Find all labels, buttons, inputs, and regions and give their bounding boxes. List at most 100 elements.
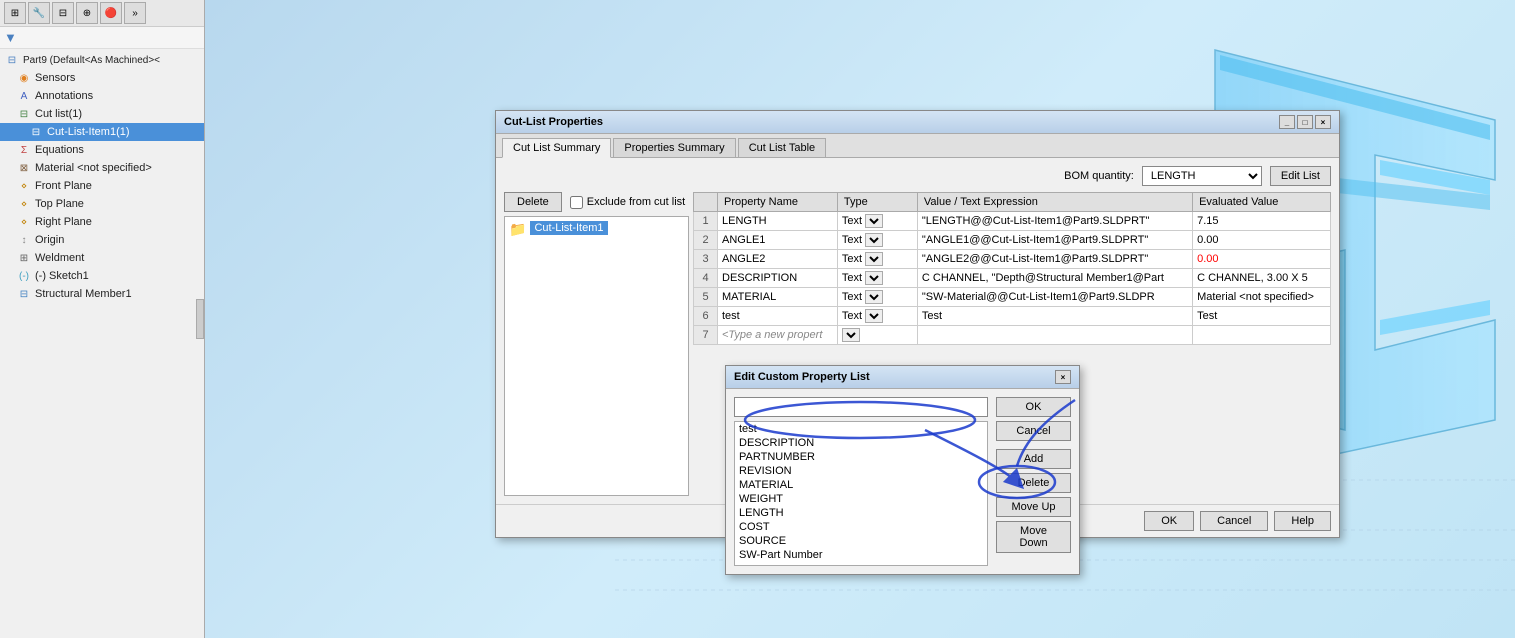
help-button-cutlist[interactable]: Help [1274, 511, 1331, 531]
tree-label-sensors: Sensors [35, 72, 75, 84]
sidebar-resize-handle[interactable] [196, 299, 204, 339]
list-item[interactable]: PARTNUMBER [735, 450, 987, 464]
weldment-icon: ⊞ [16, 250, 32, 266]
prop-name-new[interactable]: <Type a new propert [718, 326, 838, 345]
tree-item-equations[interactable]: Σ Equations [0, 141, 204, 159]
cutlist-close-btn[interactable]: × [1315, 115, 1331, 129]
exclude-label: Exclude from cut list [587, 196, 685, 208]
tree-label-origin: Origin [35, 234, 64, 246]
cut-list-item-label[interactable]: Cut-List-Item1 [530, 221, 607, 235]
prop-name-6[interactable]: test [718, 307, 838, 326]
list-item[interactable]: REVISION [735, 464, 987, 478]
cutlist-maximize-btn[interactable]: □ [1297, 115, 1313, 129]
prop-name-5[interactable]: MATERIAL [718, 288, 838, 307]
plane-front-icon: ⋄ [16, 178, 32, 194]
tree-item-origin[interactable]: ↕ Origin [0, 231, 204, 249]
tree-item-topplane[interactable]: ⋄ Top Plane [0, 195, 204, 213]
list-item[interactable]: test [735, 422, 987, 436]
tree-item-weldment[interactable]: ⊞ Weldment [0, 249, 204, 267]
list-item[interactable]: DESCRIPTION [735, 436, 987, 450]
sketch-icon: (-) [16, 268, 32, 284]
list-item[interactable]: SW-Part Number [735, 548, 987, 562]
toolbar-btn-5[interactable]: 🔴 [100, 2, 122, 24]
tree-item-cutlist[interactable]: ⊟ Cut list(1) [0, 105, 204, 123]
tab-cut-list-table[interactable]: Cut List Table [738, 138, 826, 157]
list-item[interactable]: LENGTH [735, 506, 987, 520]
tab-properties-summary[interactable]: Properties Summary [613, 138, 735, 157]
table-row: 3 ANGLE2 Text ▼ "ANGLE2@@Cut-List-Item1@… [694, 250, 1331, 269]
ok-button-editprop[interactable]: OK [996, 397, 1071, 417]
prop-value-2[interactable]: "ANGLE1@@Cut-List-Item1@Part9.SLDPRT" [917, 231, 1192, 250]
tree-item-structural[interactable]: ⊟ Structural Member1 [0, 285, 204, 303]
move-down-button-editprop[interactable]: Move Down [996, 521, 1071, 553]
prop-type-5: Text ▼ [837, 288, 917, 307]
editprop-close-btn[interactable]: × [1055, 370, 1071, 384]
editprop-left-panel: test DESCRIPTION PARTNUMBER REVISION MAT… [734, 397, 988, 566]
row-num-5: 5 [694, 288, 718, 307]
list-item[interactable]: MATERIAL [735, 478, 987, 492]
prop-value-4[interactable]: C CHANNEL, "Depth@Structural Member1@Par… [917, 269, 1192, 288]
bom-select[interactable]: LENGTH [1142, 166, 1262, 186]
cutlist-minimize-btn[interactable]: _ [1279, 115, 1295, 129]
exclude-checkbox[interactable] [570, 196, 583, 209]
type-select-5[interactable]: ▼ [865, 290, 883, 304]
tree-item-sketch1[interactable]: (-) (-) Sketch1 [0, 267, 204, 285]
prop-name-1[interactable]: LENGTH [718, 212, 838, 231]
prop-eval-3: 0.00 [1193, 250, 1331, 269]
tree-item-annotations[interactable]: A Annotations [0, 87, 204, 105]
type-select-3[interactable]: ▼ [865, 252, 883, 266]
tree-item-material[interactable]: ⊠ Material <not specified> [0, 159, 204, 177]
table-row: 5 MATERIAL Text ▼ "SW-Material@@Cut-List… [694, 288, 1331, 307]
list-item[interactable]: SOURCE [735, 534, 987, 548]
cutlist-title-buttons: _ □ × [1279, 115, 1331, 129]
prop-value-5[interactable]: "SW-Material@@Cut-List-Item1@Part9.SLDPR [917, 288, 1192, 307]
tree-item-part9[interactable]: ⊟ Part9 (Default<As Machined>< [0, 51, 204, 69]
row-num-1: 1 [694, 212, 718, 231]
toolbar: ⊞ 🔧 ⊟ ⊕ 🔴 » [0, 0, 204, 27]
prop-name-3[interactable]: ANGLE2 [718, 250, 838, 269]
toolbar-btn-4[interactable]: ⊕ [76, 2, 98, 24]
toolbar-btn-3[interactable]: ⊟ [52, 2, 74, 24]
tree-label-material: Material <not specified> [35, 162, 152, 174]
type-select-4[interactable]: ▼ [865, 271, 883, 285]
tree-item-sensors[interactable]: ◉ Sensors [0, 69, 204, 87]
prop-value-1[interactable]: "LENGTH@@Cut-List-Item1@Part9.SLDPRT" [917, 212, 1192, 231]
delete-button-editprop[interactable]: Delete [996, 473, 1071, 493]
prop-type-new: ▼ [837, 326, 917, 345]
move-up-button-editprop[interactable]: Move Up [996, 497, 1071, 517]
tree-item-rightplane[interactable]: ⋄ Right Plane [0, 213, 204, 231]
prop-value-6[interactable]: Test [917, 307, 1192, 326]
toolbar-btn-more[interactable]: » [124, 2, 146, 24]
cancel-button-cutlist[interactable]: Cancel [1200, 511, 1268, 531]
origin-icon: ↕ [16, 232, 32, 248]
tree-item-frontplane[interactable]: ⋄ Front Plane [0, 177, 204, 195]
tree-item-cutlistitem1[interactable]: ⊟ Cut-List-Item1(1) [0, 123, 204, 141]
list-item[interactable]: WEIGHT [735, 492, 987, 506]
prop-value-3[interactable]: "ANGLE2@@Cut-List-Item1@Part9.SLDPRT" [917, 250, 1192, 269]
type-select-2[interactable]: ▼ [865, 233, 883, 247]
prop-name-4[interactable]: DESCRIPTION [718, 269, 838, 288]
main-content: Cut-List Properties _ □ × Cut List Summa… [205, 0, 1515, 638]
cut-list-item-box: 📁 Cut-List-Item1 [504, 216, 689, 496]
edit-list-button[interactable]: Edit List [1270, 166, 1331, 186]
filter-icon: ▼ [4, 30, 17, 45]
type-select-1[interactable]: ▼ [865, 214, 883, 228]
toolbar-btn-1[interactable]: ⊞ [4, 2, 26, 24]
list-item[interactable]: COST [735, 520, 987, 534]
delete-button[interactable]: Delete [504, 192, 562, 212]
toolbar-btn-2[interactable]: 🔧 [28, 2, 50, 24]
cutlistitem-icon: ⊟ [28, 124, 44, 140]
type-select-6[interactable]: ▼ [865, 309, 883, 323]
add-button-editprop[interactable]: Add [996, 449, 1071, 469]
tab-cut-list-summary[interactable]: Cut List Summary [502, 138, 611, 158]
cancel-button-editprop[interactable]: Cancel [996, 421, 1071, 441]
editprop-text-input[interactable] [734, 397, 988, 417]
col-header-num [694, 193, 718, 212]
prop-value-new[interactable] [917, 326, 1192, 345]
prop-name-2[interactable]: ANGLE1 [718, 231, 838, 250]
prop-type-4: Text ▼ [837, 269, 917, 288]
type-select-new[interactable]: ▼ [842, 328, 860, 342]
tree-label-weldment: Weldment [35, 252, 84, 264]
exclude-checkbox-group: Exclude from cut list [570, 196, 685, 209]
ok-button-cutlist[interactable]: OK [1144, 511, 1194, 531]
